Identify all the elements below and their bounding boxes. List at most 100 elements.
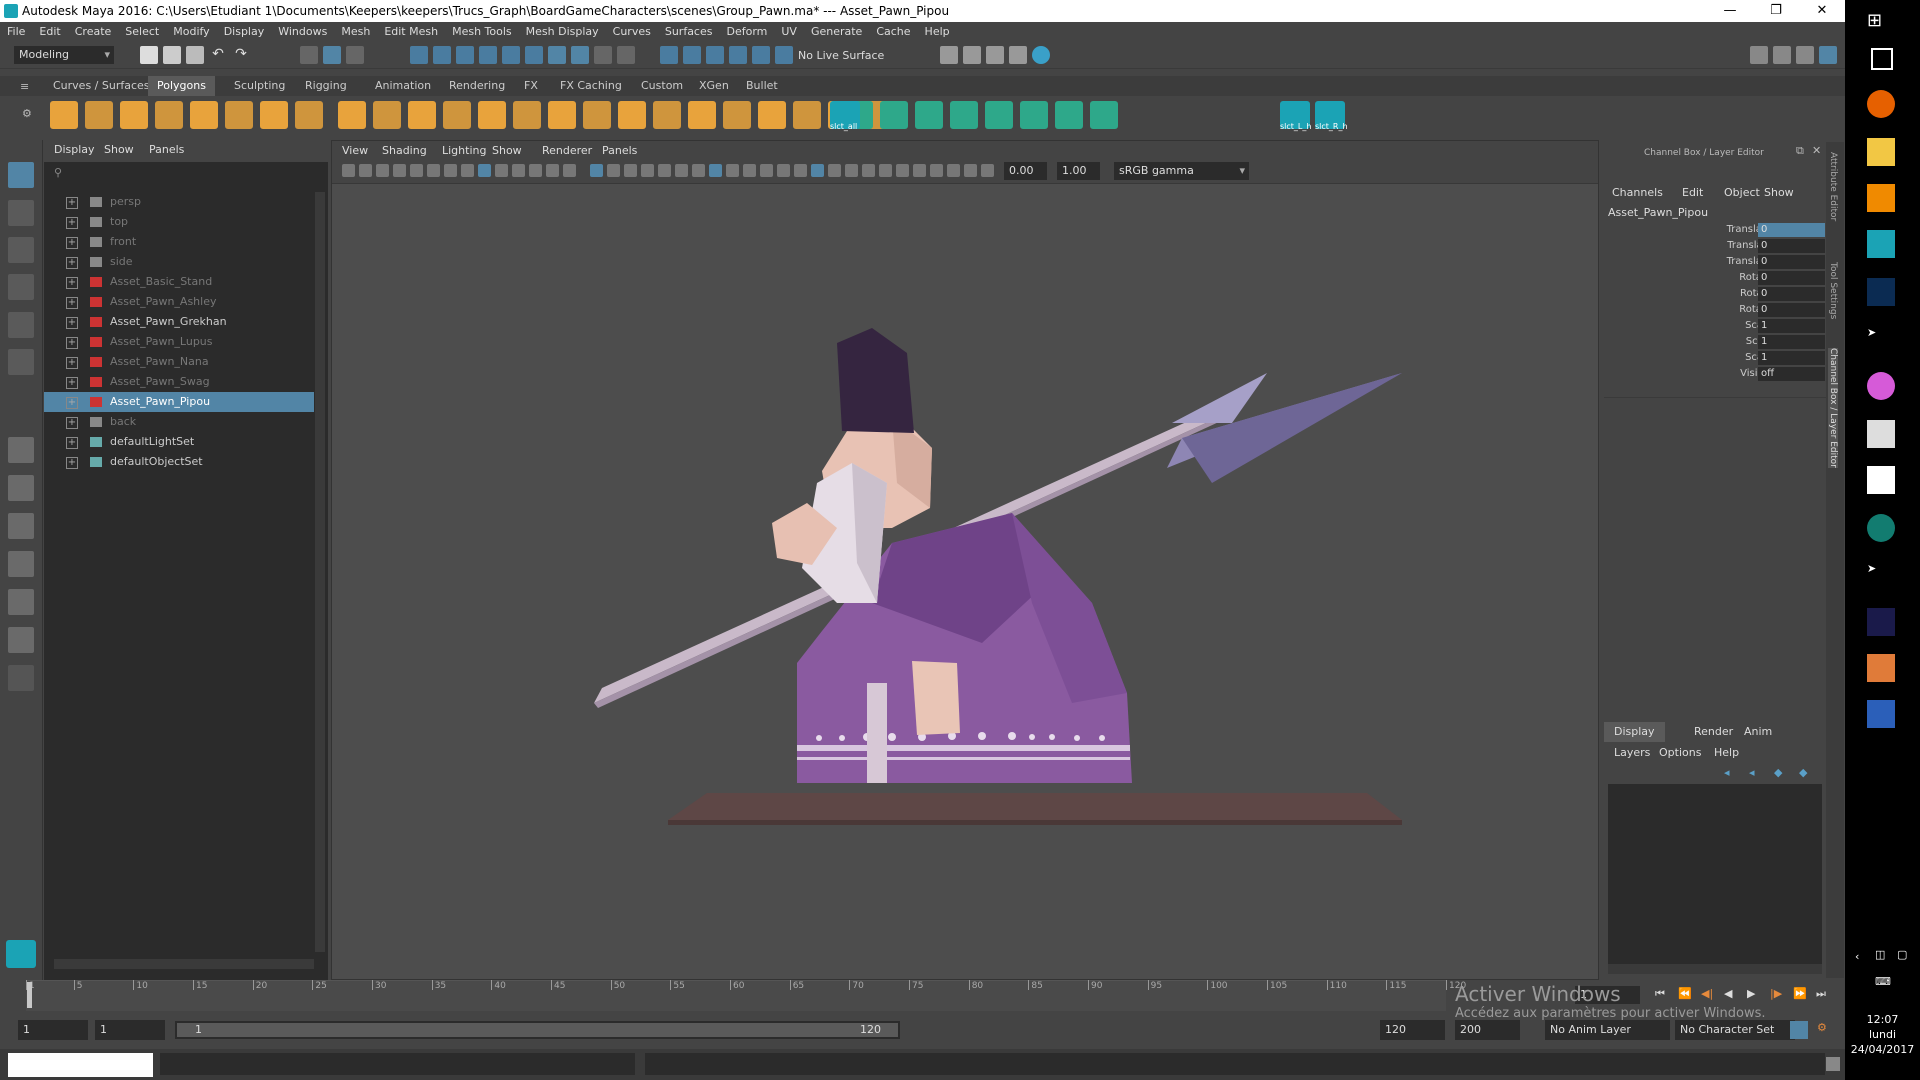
bridge-icon[interactable] [583, 101, 611, 129]
poly-plane-icon[interactable] [190, 101, 218, 129]
viewport-tool-icon[interactable] [845, 164, 858, 177]
channel-value[interactable]: off [1758, 367, 1825, 381]
close-button[interactable]: ✕ [1799, 0, 1845, 22]
firefox-icon[interactable] [1867, 90, 1895, 118]
history-icon[interactable] [660, 46, 678, 64]
magnet-icon[interactable] [775, 46, 793, 64]
render-icon[interactable] [963, 46, 981, 64]
shelf-slct-all-button[interactable]: slct_all [830, 101, 860, 131]
multi-cut-icon[interactable] [688, 101, 716, 129]
channel-menu-channels[interactable]: Channels [1612, 186, 1663, 199]
maya-app-icon[interactable] [1867, 230, 1895, 258]
layer-tab-display[interactable]: Display [1604, 722, 1665, 742]
channel-value[interactable]: 1 [1758, 335, 1825, 349]
zbrush-icon[interactable] [1867, 466, 1895, 494]
shelf-tab-polygons[interactable]: Polygons [148, 76, 215, 96]
toggle-tool-settings-icon[interactable] [1796, 46, 1814, 64]
mini-window-icon[interactable] [8, 1053, 153, 1077]
shelf-tab-fx[interactable]: FX [515, 76, 547, 96]
channel-value[interactable]: 1 [1758, 319, 1825, 333]
after-effects-icon[interactable] [1867, 608, 1895, 636]
select-object-icon[interactable] [323, 46, 341, 64]
current-time-indicator[interactable] [27, 982, 32, 1008]
expand-icon[interactable]: + [66, 237, 78, 249]
render-view-icon[interactable] [940, 46, 958, 64]
render-settings-icon[interactable] [1009, 46, 1027, 64]
viewport-tool-icon[interactable] [811, 164, 824, 177]
viewport-tool-icon[interactable] [444, 164, 457, 177]
document-icon[interactable] [1867, 654, 1895, 682]
paint-select-tool-icon[interactable] [8, 237, 34, 263]
viewport-tool-icon[interactable] [692, 164, 705, 177]
gamma-field[interactable]: 1.00 [1057, 162, 1100, 180]
expand-icon[interactable]: + [66, 277, 78, 289]
go-to-end-icon[interactable]: ⏭ [1816, 987, 1826, 1001]
input-ops-icon[interactable] [683, 46, 701, 64]
menu-display[interactable]: Display [217, 22, 272, 42]
expand-icon[interactable]: + [66, 197, 78, 209]
snap-point-icon[interactable] [456, 46, 474, 64]
expand-icon[interactable]: + [66, 297, 78, 309]
viewport-tool-icon[interactable] [563, 164, 576, 177]
channel-value[interactable]: 0 [1758, 239, 1825, 253]
chrome-icon[interactable] [1867, 372, 1895, 400]
viewport-tool-icon[interactable] [658, 164, 671, 177]
outliner-row[interactable]: + front [44, 232, 314, 252]
undo-icon[interactable]: ↶ [209, 46, 227, 64]
shelf-tab-rigging[interactable]: Rigging [296, 76, 356, 96]
viewport-tool-icon[interactable] [461, 164, 474, 177]
channel-menu-show[interactable]: Show [1764, 186, 1794, 199]
channel-menu-object[interactable]: Object [1724, 186, 1760, 199]
channel-row[interactable]: Translate X0 [1604, 222, 1826, 238]
viewport-tool-icon[interactable] [607, 164, 620, 177]
outliner-row[interactable]: + Asset_Basic_Stand [44, 272, 314, 292]
shelf-tab-custom[interactable]: Custom [632, 76, 692, 96]
channel-menu-edit[interactable]: Edit [1682, 186, 1703, 199]
menu-windows[interactable]: Windows [271, 22, 334, 42]
scale-tool-icon[interactable] [8, 349, 34, 375]
network-icon[interactable]: ◫ [1875, 948, 1885, 961]
persp-graph-layout-icon[interactable] [8, 551, 34, 577]
viewport-tool-icon[interactable] [376, 164, 389, 177]
viewport-tool-icon[interactable] [930, 164, 943, 177]
viewport-tool-icon[interactable] [896, 164, 909, 177]
channel-row[interactable]: Scale X1 [1604, 318, 1826, 334]
range-bar[interactable]: 1 120 [175, 1021, 900, 1039]
smooth-icon[interactable] [443, 101, 471, 129]
layer-hscrollbar[interactable] [1608, 964, 1822, 974]
character-app-icon[interactable] [1867, 420, 1895, 448]
outliner-row[interactable]: + defaultObjectSet [44, 452, 314, 472]
animation-start-field[interactable]: 1 [18, 1020, 88, 1040]
mel-input-field[interactable] [160, 1053, 635, 1075]
outliner-menu-display[interactable]: Display [54, 143, 95, 156]
side-tab-attribute-editor[interactable]: Attribute Editor [1828, 152, 1838, 221]
outliner-menu-panels[interactable]: Panels [149, 143, 184, 156]
layer-menu-layers[interactable]: Layers [1614, 746, 1650, 759]
outliner-scrollbar[interactable] [315, 192, 325, 952]
outliner-row[interactable]: + persp [44, 192, 314, 212]
float-panel-icon[interactable]: ⧉ [1796, 144, 1804, 158]
viewport-tool-icon[interactable] [879, 164, 892, 177]
hypershade-layout-icon[interactable] [8, 627, 34, 653]
layer-tab-anim[interactable]: Anim [1734, 722, 1782, 742]
toggle-modeling-toolkit-icon[interactable] [1750, 46, 1768, 64]
channel-row[interactable]: Rotate X0 [1604, 270, 1826, 286]
poly-sphere-icon[interactable] [50, 101, 78, 129]
save-scene-icon[interactable] [186, 46, 204, 64]
bevel-edge-icon[interactable] [653, 101, 681, 129]
viewport-tool-icon[interactable] [777, 164, 790, 177]
playback-end-field[interactable]: 120 [1380, 1020, 1445, 1040]
expand-icon[interactable]: + [66, 437, 78, 449]
paint-weights-icon[interactable] [1055, 101, 1083, 129]
snap-surface-icon[interactable] [502, 46, 520, 64]
viewport-tool-icon[interactable] [393, 164, 406, 177]
clock[interactable]: 12:07 lundi 24/04/2017 [1845, 1012, 1920, 1057]
shelf-slct-R-h-button[interactable]: slct_R_h [1315, 101, 1348, 131]
menu-edit-mesh[interactable]: Edit Mesh [377, 22, 445, 42]
viewport-menu-shading[interactable]: Shading [382, 144, 427, 157]
viewport-tool-icon[interactable] [794, 164, 807, 177]
anim-layer-dropdown[interactable]: No Anim Layer [1545, 1020, 1670, 1040]
outliner-row[interactable]: + Asset_Pawn_Grekhan [44, 312, 314, 332]
viewport-menu-view[interactable]: View [342, 144, 368, 157]
hypershade-icon[interactable] [1032, 46, 1050, 64]
